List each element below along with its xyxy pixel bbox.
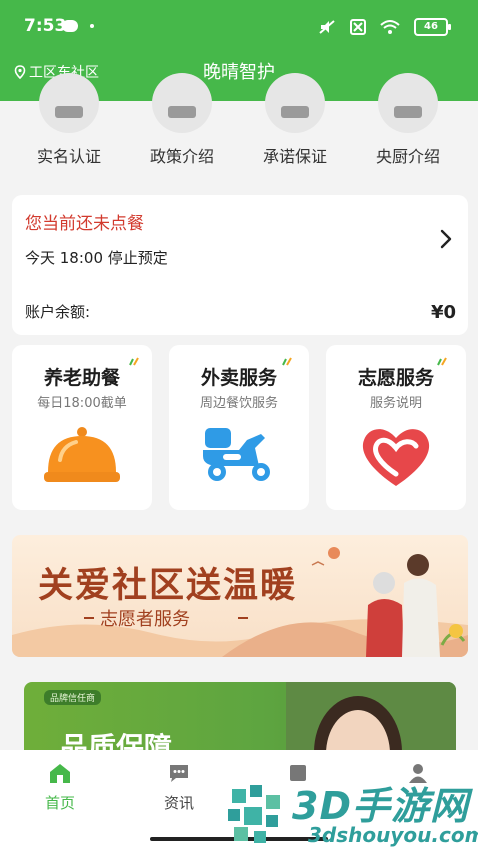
kitchen-icon	[378, 73, 438, 133]
nav-label: 资讯	[163, 794, 194, 812]
service-title: 养老助餐	[43, 367, 120, 389]
service-subtitle: 服务说明	[369, 396, 422, 411]
watermark-text: 3D手游网	[292, 784, 469, 828]
home-icon	[50, 764, 70, 783]
notification-dot-icon	[90, 24, 94, 28]
watermark-logo	[228, 785, 280, 843]
balance-value: ¥0	[430, 302, 456, 323]
mute-icon	[319, 20, 335, 34]
status-time: 7:53	[24, 16, 67, 36]
chat-icon	[170, 765, 188, 782]
chevron-right-icon[interactable]	[440, 229, 452, 249]
volunteer-banner[interactable]: 关爱社区送温暖 志愿者服务	[12, 535, 468, 657]
quick-item-kitchen[interactable]: 央厨介绍	[353, 73, 463, 171]
divider	[84, 617, 94, 619]
order-status-card[interactable]: 您当前还未点餐 今天 18:00 停止预定 账户余额: ¥0	[12, 195, 468, 335]
nav-home[interactable]: 首页	[20, 762, 100, 813]
quick-item-promise[interactable]: 承诺保证	[240, 73, 350, 171]
certificate-icon	[265, 73, 325, 133]
wechat-icon	[62, 20, 78, 32]
scooter-icon	[203, 428, 270, 481]
quick-item-label: 实名认证	[36, 147, 101, 166]
quick-item-real-name[interactable]: 实名认证	[14, 73, 124, 171]
service-card-elderly-meal[interactable]: 养老助餐 每日18:00截单	[12, 345, 152, 510]
banner-subtitle: 志愿者服务	[100, 609, 190, 630]
service-title: 志愿服务	[357, 367, 434, 389]
wifi-icon	[380, 20, 400, 34]
nav-label: 首页	[44, 794, 75, 812]
service-subtitle: 周边餐饮服务	[199, 396, 278, 411]
watermark-url: 3dshouyou.com	[308, 823, 478, 847]
quick-item-label: 央厨介绍	[375, 147, 440, 166]
service-card-takeout[interactable]: 外卖服务 周边餐饮服务	[169, 345, 309, 510]
status-bar: 7:53 46	[0, 0, 478, 52]
order-deadline-text: 今天 18:00 停止预定	[25, 249, 168, 267]
watermark: 3D手游网 3dshouyou.com	[222, 775, 478, 850]
order-status-text: 您当前还未点餐	[25, 214, 144, 234]
sim-icon	[350, 19, 366, 35]
nav-news[interactable]: 资讯	[139, 762, 219, 813]
balance-label: 账户余额:	[25, 303, 91, 321]
status-icons: 46	[318, 18, 451, 36]
banner-title: 关爱社区送温暖	[38, 566, 298, 606]
service-subtitle: 每日18:00截单	[37, 396, 127, 411]
divider	[238, 617, 248, 619]
quick-item-policy[interactable]: 政策介绍	[127, 73, 237, 171]
id-card-icon	[39, 73, 99, 133]
heart-icon	[362, 429, 430, 486]
food-cloche-icon	[44, 427, 120, 482]
promo-badge: 品牌信任商	[44, 690, 102, 705]
battery-icon: 46	[414, 18, 451, 36]
document-icon	[152, 73, 212, 133]
quick-menu: 实名认证 政策介绍 承诺保证 央厨介绍	[0, 73, 478, 171]
quick-item-label: 承诺保证	[262, 147, 327, 166]
quick-item-label: 政策介绍	[149, 147, 214, 166]
service-card-volunteer[interactable]: 志愿服务 服务说明	[326, 345, 466, 510]
service-title: 外卖服务	[200, 367, 277, 389]
